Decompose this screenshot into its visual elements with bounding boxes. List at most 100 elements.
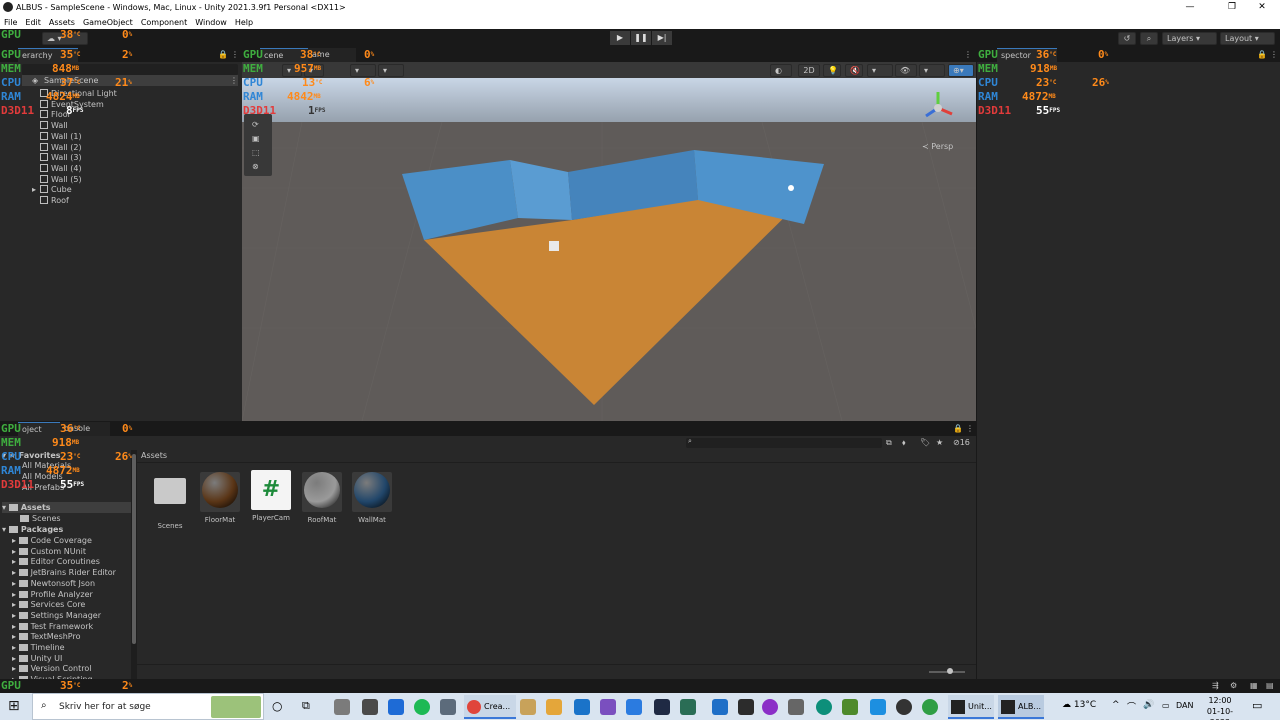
tray-overflow-icon[interactable]: ^ <box>1112 700 1120 710</box>
menu-assets[interactable]: Assets <box>45 18 79 27</box>
app-icon-14[interactable] <box>712 699 728 715</box>
step-button[interactable]: ▶| <box>652 31 672 45</box>
tree-assets[interactable]: ▾ Assets <box>2 502 131 513</box>
tree-package-item[interactable]: ▸ Profile Analyzer <box>12 589 93 600</box>
asset-tile-roofmat[interactable]: RoofMat <box>297 470 347 524</box>
layers-dropdown[interactable]: Layers ▾ <box>1162 32 1217 45</box>
app-icon-10[interactable] <box>600 699 616 715</box>
lock-icon[interactable]: 🔒 <box>1257 50 1267 59</box>
taskbar-app-unity-hub[interactable]: Unit... <box>948 695 994 719</box>
rect-tool-icon[interactable]: ⬚ <box>252 148 260 157</box>
play-button[interactable]: ▶ <box>610 31 630 45</box>
tree-package-item[interactable]: ▸ Services Core <box>12 599 85 610</box>
more-menu-icon[interactable]: ⋮ <box>966 424 974 433</box>
transform-tool-icon[interactable]: ⊗ <box>252 162 259 171</box>
memory-icon[interactable]: ▦ <box>1250 681 1258 690</box>
app-icon-5[interactable] <box>440 699 456 715</box>
filter-label-icon[interactable]: ⬧ <box>902 438 906 448</box>
file-explorer-icon[interactable] <box>546 699 562 715</box>
volume-icon[interactable]: 🔊 <box>1143 700 1154 710</box>
scene-visibility-icon[interactable]: 👁 <box>895 64 917 77</box>
app-icon-11[interactable] <box>626 699 642 715</box>
favorite-star-icon[interactable]: ★ <box>936 438 943 447</box>
tree-package-item[interactable]: ▸ Unity UI <box>12 653 62 664</box>
mail-icon[interactable] <box>574 699 590 715</box>
menu-window[interactable]: Window <box>191 18 231 27</box>
search-icon[interactable]: ⌕ <box>1140 32 1158 45</box>
app-icon-2[interactable] <box>362 699 378 715</box>
app-icon-16[interactable] <box>762 699 778 715</box>
label-icon[interactable]: 🏷 <box>920 438 930 447</box>
expand-arrow-icon[interactable]: ▸ <box>32 184 36 195</box>
hidden-packages-toggle[interactable]: ⊘16 <box>953 438 970 447</box>
tree-package-item[interactable]: ▸ Version Control <box>12 663 91 674</box>
camera-gizmo-icon[interactable] <box>549 241 559 251</box>
asset-tile-floormat[interactable]: FloorMat <box>195 470 245 524</box>
spotify-icon[interactable] <box>414 699 430 715</box>
debug-mode-icon[interactable]: ⚙ <box>1230 681 1237 690</box>
taskbar-app-unity-editor[interactable]: ALB... <box>998 695 1044 719</box>
light-gizmo-icon[interactable] <box>788 185 794 191</box>
edge-icon[interactable] <box>816 699 832 715</box>
app-icon-21[interactable] <box>896 699 912 715</box>
scene-viewport[interactable] <box>242 78 976 421</box>
tree-package-item[interactable]: ▸ TextMeshPro <box>12 631 81 642</box>
clock[interactable]: 12:00 01-10-2022 <box>1200 695 1240 720</box>
tree-scrollbar[interactable] <box>131 450 137 679</box>
asset-tile-scenes[interactable]: Scenes <box>145 470 195 530</box>
close-button[interactable]: ✕ <box>1244 0 1280 15</box>
lock-icon[interactable]: 🔒 <box>953 424 963 433</box>
menu-file[interactable]: File <box>0 18 21 27</box>
thumbnail-size-slider[interactable] <box>929 668 965 674</box>
increment-snap-dropdown[interactable]: ▾ <box>378 64 404 77</box>
task-view-icon[interactable]: ⧉ <box>302 699 310 713</box>
more-menu-icon[interactable]: ⋮ <box>231 50 239 59</box>
menu-gameobject[interactable]: GameObject <box>79 18 137 27</box>
toggle-2d-button[interactable]: 2D <box>798 64 820 77</box>
gizmos-dropdown[interactable]: ⊕▾ <box>948 64 974 77</box>
battery-icon[interactable]: ▭ <box>1162 701 1170 710</box>
hierarchy-item[interactable]: ▸ Cube <box>32 184 72 195</box>
taskbar-search-box[interactable]: ⌕ Skriv her for at søge <box>32 693 264 720</box>
collab-icon[interactable]: ▤ <box>1266 681 1274 690</box>
perspective-label[interactable]: ≺ Persp <box>922 142 953 151</box>
tree-package-item[interactable]: ▸ JetBrains Rider Editor <box>12 567 116 578</box>
tree-package-item[interactable]: ▸ Timeline <box>12 642 65 653</box>
minimize-button[interactable]: — <box>1172 0 1208 15</box>
tree-scenes[interactable]: Scenes <box>20 513 61 524</box>
input-language[interactable]: DAN <box>1176 701 1193 710</box>
network-icon[interactable]: ⌒ <box>1127 700 1136 713</box>
tree-package-item[interactable]: ▸ Code Coverage <box>12 535 92 546</box>
breadcrumb-assets[interactable]: Assets <box>141 451 167 460</box>
tree-package-item[interactable]: ▸ Test Framework <box>12 621 93 632</box>
app-icon-15[interactable] <box>738 699 754 715</box>
hierarchy-item[interactable]: Wall <box>40 120 68 131</box>
weather-widget[interactable]: ☁ 13°C <box>1062 700 1096 710</box>
audio-icon[interactable]: 🔇 <box>845 64 863 77</box>
layout-dropdown[interactable]: Layout ▾ <box>1220 32 1275 45</box>
app-icon-20[interactable] <box>870 699 886 715</box>
hierarchy-item[interactable]: Wall (5) <box>40 174 82 185</box>
progress-icon[interactable]: ⇶ <box>1212 681 1219 690</box>
tree-package-item[interactable]: ▸ Custom NUnit <box>12 546 86 557</box>
lighting-icon[interactable]: 💡 <box>823 64 841 77</box>
menu-help[interactable]: Help <box>231 18 257 27</box>
minecraft-icon[interactable] <box>842 699 858 715</box>
app-icon-3[interactable] <box>388 699 404 715</box>
app-icon-13[interactable] <box>680 699 696 715</box>
hierarchy-item[interactable]: Wall (3) <box>40 152 82 163</box>
cortana-icon[interactable]: ○ <box>272 699 282 713</box>
app-icon-7[interactable] <box>520 699 536 715</box>
history-icon[interactable]: ↺ <box>1118 32 1136 45</box>
windows-start-icon[interactable]: ⊞ <box>8 699 20 713</box>
taskbar-app-chrome[interactable]: Crea... <box>464 695 516 719</box>
tab-project[interactable]: oject <box>18 422 60 436</box>
hierarchy-item[interactable]: Wall (1) <box>40 131 82 142</box>
effects-dropdown[interactable]: ▾ <box>867 64 893 77</box>
filter-type-icon[interactable]: ⧉ <box>886 438 892 448</box>
tree-package-item[interactable]: ▸ Editor Coroutines <box>12 556 100 567</box>
hierarchy-item[interactable]: Wall (4) <box>40 163 82 174</box>
tree-package-item[interactable]: ▸ Settings Manager <box>12 610 101 621</box>
project-search-input[interactable]: ⌕ <box>686 437 882 448</box>
menu-edit[interactable]: Edit <box>21 18 45 27</box>
